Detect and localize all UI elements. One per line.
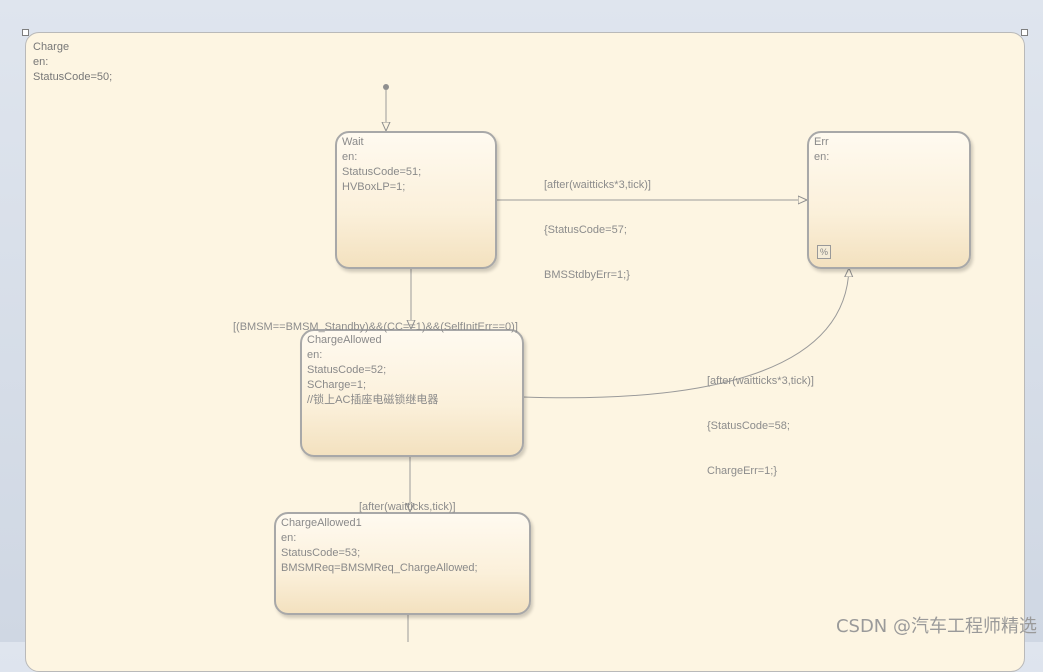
state-line: en:	[307, 349, 323, 361]
transition-label-line: {StatusCode=58;	[707, 420, 790, 432]
transition-label-wait-to-err[interactable]: [after(waitticks*3,tick)] {StatusCode=57…	[544, 148, 651, 298]
state-name: Err	[814, 136, 829, 148]
transition-label-line: [after(waitticks*3,tick)]	[707, 375, 814, 387]
state-line: SCharge=1;	[307, 379, 367, 391]
state-line: StatusCode=51;	[342, 166, 422, 178]
state-line: StatusCode=52;	[307, 364, 387, 376]
default-transition-dot	[383, 84, 389, 90]
watermark: CSDN @汽车工程师精选	[835, 616, 1037, 637]
transition-label-line: BMSStdbyErr=1;}	[544, 269, 630, 281]
transition-label-line: [(BMSM==BMSM_Standby)&&(CC==1)&&(SelfIni…	[233, 321, 518, 333]
state-wait[interactable]: Wait en: StatusCode=51; HVBoxLP=1;	[335, 131, 497, 269]
state-line: HVBoxLP=1;	[342, 181, 406, 193]
state-line: en:	[342, 151, 358, 163]
state-comment: //锁上AC插座电磁锁继电器	[307, 394, 439, 406]
transition-label-wait-to-chargeallowed[interactable]: [(BMSM==BMSM_Standby)&&(CC==1)&&(SelfIni…	[233, 290, 518, 350]
state-line: en:	[281, 532, 297, 544]
transition-label-chargeallowed-to-chargeallowed1[interactable]: [after(waitticks,tick)]	[359, 470, 456, 530]
state-name: Wait	[342, 136, 364, 148]
transition-label-line: ChargeErr=1;}	[707, 465, 778, 477]
transition-label-line: [after(waitticks,tick)]	[359, 501, 456, 513]
history-junction-icon[interactable]: %	[817, 245, 831, 259]
state-line: StatusCode=53;	[281, 547, 361, 559]
transition-label-chargeallowed-to-err[interactable]: [after(waitticks*3,tick)] {StatusCode=58…	[707, 344, 814, 494]
transition-label-line: [after(waitticks*3,tick)]	[544, 179, 651, 191]
state-err[interactable]: Err en:	[807, 131, 971, 269]
state-line: en:	[814, 151, 830, 163]
state-line: BMSMReq=BMSMReq_ChargeAllowed;	[281, 562, 478, 574]
transition-label-line: {StatusCode=57;	[544, 224, 627, 236]
